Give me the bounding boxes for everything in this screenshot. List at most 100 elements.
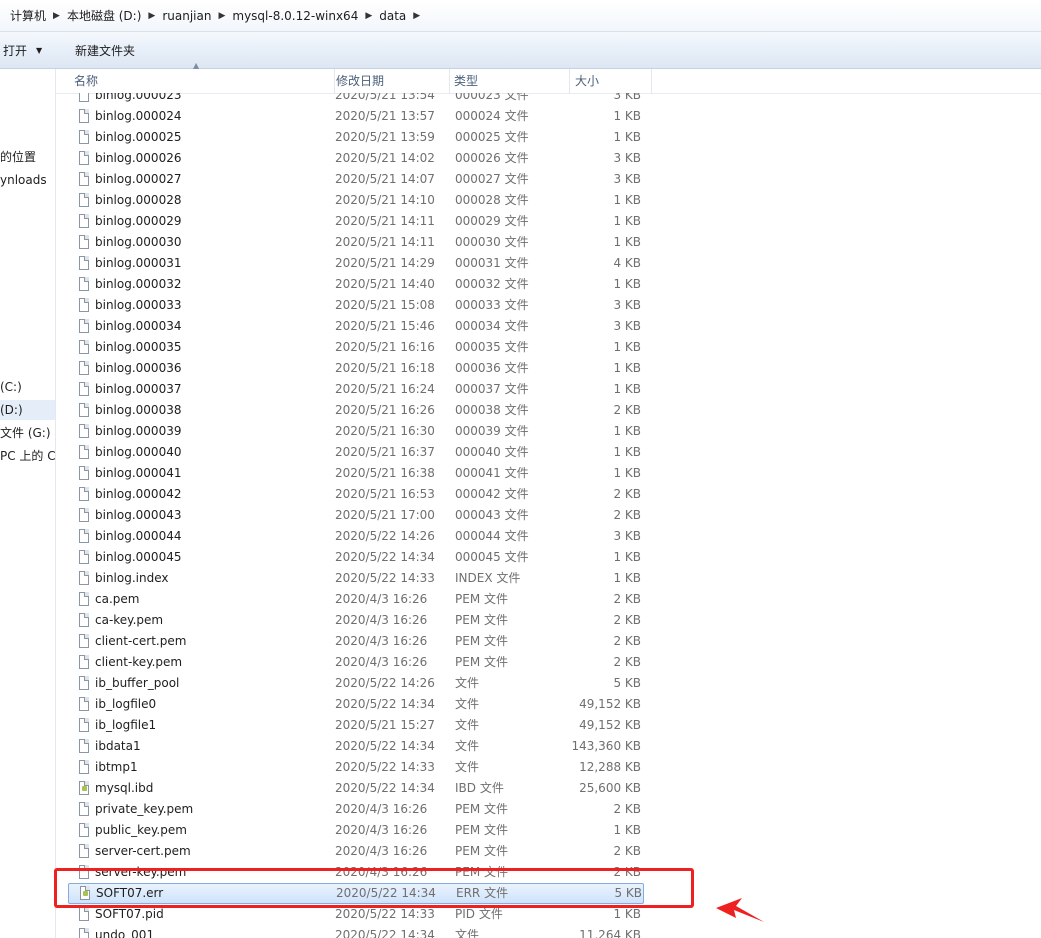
table-row[interactable]: ib_logfile1 2020/5/21 15:27 文件 49,152 KB [56, 715, 656, 736]
file-icon [79, 739, 89, 753]
file-name: ibdata1 [95, 739, 141, 753]
nav-item[interactable]: 的位置 [0, 147, 36, 167]
file-date: 2020/5/22 14:33 [335, 760, 435, 774]
file-date: 2020/5/21 16:38 [335, 466, 435, 480]
file-type: 000039 文件 [455, 424, 529, 438]
file-type: 000034 文件 [455, 319, 529, 333]
file-size: 2 KB [613, 844, 641, 858]
nav-item[interactable]: (D:) [0, 400, 55, 420]
table-row[interactable]: ibdata1 2020/5/22 14:34 文件 143,360 KB [56, 736, 656, 757]
file-type: 000027 文件 [455, 172, 529, 186]
table-row-selected[interactable]: SOFT07.err 2020/5/22 14:34 ERR 文件 5 KB [68, 883, 644, 904]
breadcrumb-chevron-icon[interactable]: ▶ [363, 11, 374, 21]
sort-ascending-icon: ▲ [193, 61, 200, 70]
breadcrumb-chevron-icon[interactable]: ▶ [216, 11, 227, 21]
breadcrumb-item[interactable]: mysql-8.0.12-winx64 [227, 9, 363, 23]
table-row[interactable]: server-cert.pem 2020/4/3 16:26 PEM 文件 2 KB [56, 841, 656, 862]
table-row[interactable]: binlog.000030 2020/5/21 14:11 000030 文件 1 K… [56, 232, 656, 253]
table-row[interactable]: binlog.000040 2020/5/21 16:37 000040 文件 1 K… [56, 442, 656, 463]
file-date: 2020/5/21 16:30 [335, 424, 435, 438]
file-name: binlog.index [95, 571, 169, 585]
navigation-pane: 的位置 ynloads (C:) (D:) 文件 (G:) PC 上的 C [0, 69, 56, 938]
column-header-name[interactable]: 名称 [74, 69, 328, 93]
file-list[interactable]: binlog.000023 2020/5/21 13:54 000023 文件 3 K… [56, 93, 1041, 938]
column-header-date[interactable]: 修改日期 [334, 69, 448, 93]
breadcrumb-item[interactable]: data [374, 9, 411, 23]
table-row[interactable]: ca.pem 2020/4/3 16:26 PEM 文件 2 KB [56, 589, 656, 610]
table-row[interactable]: undo_001 2020/5/22 14:34 文件 11,264 KB [56, 925, 656, 938]
file-type: 文件 [455, 928, 480, 938]
table-row[interactable]: binlog.000045 2020/5/22 14:34 000045 文件 1 K… [56, 547, 656, 568]
open-button-label: 打开 [3, 43, 28, 58]
file-date: 2020/5/21 14:11 [335, 235, 435, 249]
table-row[interactable]: binlog.000034 2020/5/21 15:46 000034 文件 3 K… [56, 316, 656, 337]
table-row[interactable]: client-key.pem 2020/4/3 16:26 PEM 文件 2 KB [56, 652, 656, 673]
breadcrumb-item[interactable]: 计算机 [0, 7, 51, 24]
nav-item[interactable]: 文件 (G:) [0, 423, 51, 443]
table-row[interactable]: client-cert.pem 2020/4/3 16:26 PEM 文件 2 KB [56, 631, 656, 652]
table-row[interactable]: binlog.000032 2020/5/21 14:40 000032 文件 1 K… [56, 274, 656, 295]
open-button[interactable]: 打开 ▼ [3, 32, 42, 68]
column-header-size[interactable]: 大小 [569, 69, 652, 93]
table-row[interactable]: public_key.pem 2020/4/3 16:26 PEM 文件 1 KB [56, 820, 656, 841]
file-icon [79, 445, 89, 459]
table-row[interactable]: mysql.ibd 2020/5/22 14:34 IBD 文件 25,600 KB [56, 778, 656, 799]
table-row[interactable]: binlog.000037 2020/5/21 16:24 000037 文件 1 K… [56, 379, 656, 400]
file-type: PEM 文件 [455, 844, 508, 858]
table-row[interactable]: binlog.000023 2020/5/21 13:54 000023 文件 3 K… [56, 93, 656, 106]
table-row[interactable]: binlog.000029 2020/5/21 14:11 000029 文件 1 K… [56, 211, 656, 232]
nav-item[interactable]: (C:) [0, 377, 22, 397]
file-name: binlog.000039 [95, 424, 182, 438]
file-date: 2020/5/22 14:33 [335, 571, 435, 585]
table-row[interactable]: ib_buffer_pool 2020/5/22 14:26 文件 5 KB [56, 673, 656, 694]
new-folder-button[interactable]: 新建文件夹 [75, 32, 135, 68]
table-row[interactable]: binlog.index 2020/5/22 14:33 INDEX 文件 1 KB [56, 568, 656, 589]
address-bar[interactable]: 计算机 ▶ 本地磁盘 (D:) ▶ ruanjian ▶ mysql-8.0.12-winx… [0, 0, 1041, 32]
file-name: binlog.000041 [95, 466, 182, 480]
file-size: 25,600 KB [579, 781, 641, 795]
table-row[interactable]: binlog.000043 2020/5/21 17:00 000043 文件 2 K… [56, 505, 656, 526]
table-row[interactable]: server-key.pem 2020/4/3 16:26 PEM 文件 2 KB [56, 862, 656, 883]
file-size: 1 KB [613, 823, 641, 837]
file-name: binlog.000043 [95, 508, 182, 522]
breadcrumb-chevron-icon[interactable]: ▶ [146, 11, 157, 21]
table-row[interactable]: ca-key.pem 2020/4/3 16:26 PEM 文件 2 KB [56, 610, 656, 631]
table-row[interactable]: binlog.000036 2020/5/21 16:18 000036 文件 1 K… [56, 358, 656, 379]
table-row[interactable]: private_key.pem 2020/4/3 16:26 PEM 文件 2 KB [56, 799, 656, 820]
table-row[interactable]: binlog.000041 2020/5/21 16:38 000041 文件 1 K… [56, 463, 656, 484]
table-row[interactable]: binlog.000027 2020/5/21 14:07 000027 文件 3 K… [56, 169, 656, 190]
file-size: 1 KB [613, 382, 641, 396]
breadcrumb-chevron-icon[interactable]: ▶ [411, 11, 422, 21]
nav-item[interactable]: PC 上的 C [0, 446, 55, 466]
table-row[interactable]: binlog.000044 2020/5/22 14:26 000044 文件 3 K… [56, 526, 656, 547]
file-icon [79, 760, 89, 774]
table-row[interactable]: binlog.000028 2020/5/21 14:10 000028 文件 1 K… [56, 190, 656, 211]
file-date: 2020/5/21 15:08 [335, 298, 435, 312]
file-date: 2020/5/21 14:11 [335, 214, 435, 228]
table-row[interactable]: binlog.000039 2020/5/21 16:30 000039 文件 1 K… [56, 421, 656, 442]
table-row[interactable]: binlog.000042 2020/5/21 16:53 000042 文件 2 K… [56, 484, 656, 505]
table-row[interactable]: binlog.000026 2020/5/21 14:02 000026 文件 3 K… [56, 148, 656, 169]
nav-item[interactable]: ynloads [0, 170, 47, 190]
breadcrumb-chevron-icon[interactable]: ▶ [51, 11, 62, 21]
table-row[interactable]: binlog.000035 2020/5/21 16:16 000035 文件 1 K… [56, 337, 656, 358]
chevron-down-icon[interactable]: ▼ [36, 46, 42, 55]
file-size: 2 KB [613, 802, 641, 816]
table-row[interactable]: binlog.000033 2020/5/21 15:08 000033 文件 3 K… [56, 295, 656, 316]
table-row[interactable]: SOFT07.pid 2020/5/22 14:33 PID 文件 1 KB [56, 904, 656, 925]
file-type: 000026 文件 [455, 151, 529, 165]
file-size: 2 KB [613, 655, 641, 669]
file-size: 3 KB [613, 93, 641, 102]
table-row[interactable]: binlog.000025 2020/5/21 13:59 000025 文件 1 K… [56, 127, 656, 148]
table-row[interactable]: binlog.000038 2020/5/21 16:26 000038 文件 2 K… [56, 400, 656, 421]
breadcrumb-item[interactable]: ruanjian [157, 9, 216, 23]
file-icon [79, 907, 89, 921]
column-header-type[interactable]: 类型 [449, 69, 566, 93]
table-row[interactable]: binlog.000031 2020/5/21 14:29 000031 文件 4 K… [56, 253, 656, 274]
table-row[interactable]: binlog.000024 2020/5/21 13:57 000024 文件 1 K… [56, 106, 656, 127]
table-row[interactable]: ibtmp1 2020/5/22 14:33 文件 12,288 KB [56, 757, 656, 778]
table-row[interactable]: ib_logfile0 2020/5/22 14:34 文件 49,152 KB [56, 694, 656, 715]
breadcrumb-item[interactable]: 本地磁盘 (D:) [62, 7, 146, 24]
file-name: private_key.pem [95, 802, 194, 816]
file-icon [79, 466, 89, 480]
